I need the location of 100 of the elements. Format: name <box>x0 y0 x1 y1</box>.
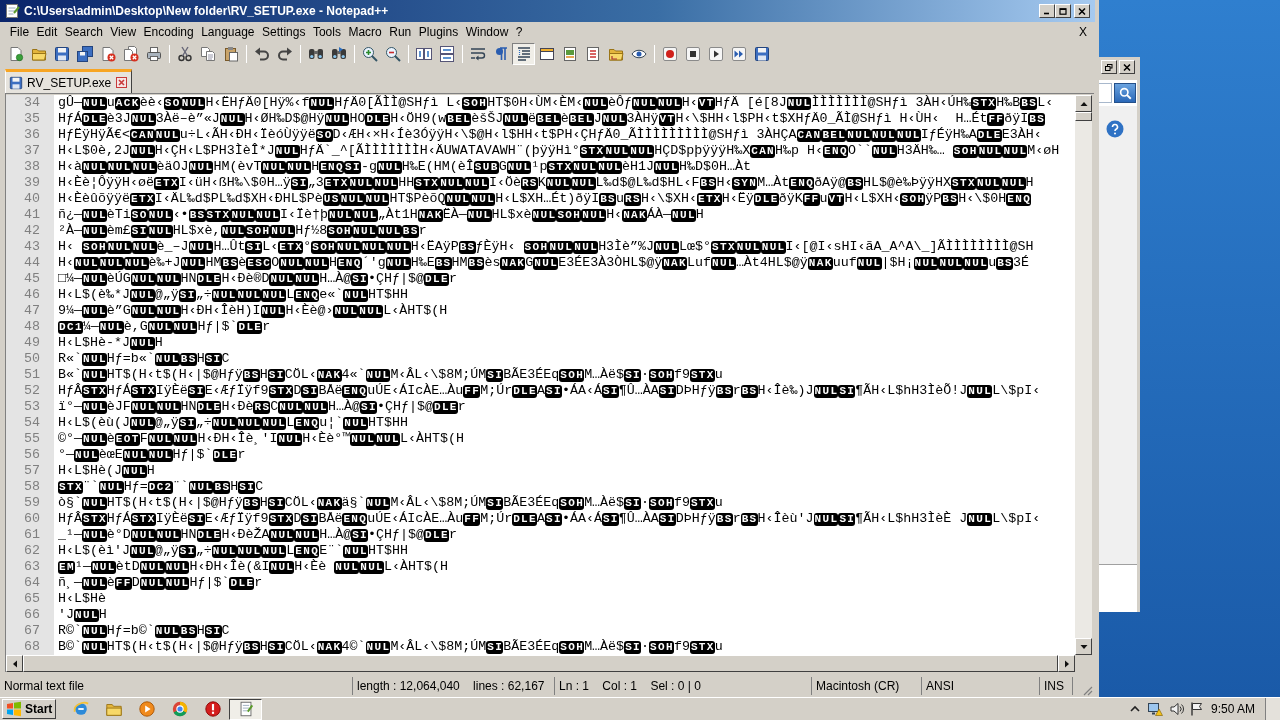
vertical-scrollbar[interactable] <box>1075 95 1092 655</box>
control-character: NUL <box>373 176 399 190</box>
clock-text[interactable]: 9:50 AM <box>1210 700 1255 718</box>
control-character: NUL <box>82 496 107 510</box>
menu-item[interactable]: View <box>106 23 140 41</box>
code-text: H‹ØH‰D$@Hÿ <box>244 111 325 127</box>
control-character: NUL <box>269 528 295 542</box>
flag-icon[interactable] <box>1188 701 1205 717</box>
control-character: DLE <box>424 528 449 542</box>
control-character: NUL <box>632 96 657 110</box>
start-button[interactable]: Start <box>2 699 56 719</box>
scroll-left-button[interactable] <box>6 655 23 672</box>
control-character: NUL <box>871 128 896 142</box>
control-character: DLE <box>512 512 537 526</box>
code-text: r <box>418 223 427 239</box>
help-icon[interactable] <box>1106 120 1124 138</box>
minimize-button[interactable] <box>1039 4 1055 18</box>
menu-item[interactable]: Run <box>385 23 416 41</box>
file-tab[interactable]: RV_SETUP.exe <box>5 69 133 93</box>
scroll-up-button[interactable] <box>1075 95 1092 112</box>
control-character: NUL <box>294 272 320 286</box>
browser-icon[interactable] <box>71 700 90 718</box>
media-play-icon[interactable] <box>137 700 156 718</box>
control-character: CAN <box>750 144 776 158</box>
code-text: è <box>106 431 115 447</box>
control-character: NUL <box>570 176 596 190</box>
control-character: NUL <box>352 208 378 222</box>
code-text: O <box>271 255 280 271</box>
code-text: L <box>286 415 295 431</box>
restore-button[interactable] <box>1101 60 1117 74</box>
control-character: NUL <box>604 144 630 158</box>
code-text: H‹ÖH9(w <box>390 111 447 127</box>
code-text: H‹ <box>606 207 623 223</box>
close-icon <box>1123 63 1131 71</box>
code-text: HƒËÿHÿÃ <box>58 127 114 143</box>
menu-item[interactable]: File <box>6 23 33 41</box>
code-text: H‹Èèûõÿÿë <box>58 191 130 207</box>
code-text: C <box>270 399 279 415</box>
circle-logo-icon[interactable] <box>170 700 189 718</box>
control-character: NUL <box>913 256 939 270</box>
show-desktop-button[interactable] <box>1265 698 1280 720</box>
maximize-button[interactable] <box>1055 4 1071 18</box>
code-text: èH1J <box>622 159 655 175</box>
menu-item[interactable]: ? <box>512 23 527 41</box>
search-field[interactable] <box>1099 83 1112 103</box>
close-button[interactable] <box>1074 4 1090 18</box>
network-icon[interactable] <box>1146 701 1163 717</box>
menu-item[interactable]: Search <box>61 23 107 41</box>
control-character: SOH <box>245 224 271 238</box>
code-text: 'J <box>58 607 74 623</box>
control-character: DLE <box>229 576 255 590</box>
menu-item[interactable]: Window <box>461 23 513 41</box>
control-character: NUL <box>130 336 155 350</box>
alert-circle-icon[interactable] <box>203 700 222 718</box>
scroll-right-button[interactable] <box>1058 655 1075 672</box>
taskbar-app-button[interactable] <box>229 698 262 720</box>
code-text: L\$pI‹ <box>992 383 1041 399</box>
code-text: H‹\$HH‹l$PH‹t$XHƒÄ0_ÃÌ@SHƒì H‹ÙH‹ H…Ét <box>675 111 988 127</box>
control-character: NUL <box>358 304 384 318</box>
code-text: _¹— <box>58 527 82 543</box>
code-text: f9 <box>673 639 690 655</box>
control-character: NUL <box>82 352 107 366</box>
code-text: r <box>732 511 741 527</box>
close-button[interactable] <box>1119 60 1135 74</box>
code-text: Hƒ=b©` <box>106 623 155 639</box>
code-text: uÚE‹ÁIcÀE…Àu <box>367 511 464 527</box>
close-icon[interactable] <box>116 77 128 88</box>
control-character: CAN <box>796 128 822 142</box>
menu-item[interactable]: Tools <box>309 23 345 41</box>
menu-item[interactable]: Macro <box>344 23 386 41</box>
control-character: SI <box>344 160 361 174</box>
control-character: SI <box>130 224 148 238</box>
menu-item[interactable]: Encoding <box>139 23 198 41</box>
code-text: H <box>259 639 268 655</box>
close-document-button[interactable]: X <box>1077 23 1089 41</box>
line-number: 51 <box>24 367 40 383</box>
code-text: -g <box>360 159 377 175</box>
control-character: ENQ <box>342 512 368 526</box>
control-character: NUL <box>147 448 173 462</box>
control-character: NUL <box>581 208 607 222</box>
code-text: BÅë <box>318 383 343 399</box>
control-character: VT <box>697 96 715 110</box>
code-text: „÷ <box>195 415 212 431</box>
menu-item[interactable]: Edit <box>32 23 62 41</box>
code-text: BÃE3ÉEq <box>503 639 560 655</box>
speaker-icon[interactable] <box>1168 701 1185 717</box>
code-text: èTi <box>106 207 131 223</box>
code-text: HL$xè, <box>172 223 221 239</box>
control-character: NUL <box>130 400 156 414</box>
scrollbar-thumb[interactable] <box>1075 112 1092 121</box>
code-text: L‹ÀHT$(H <box>384 559 449 575</box>
code-text: I‹Ïè†þ <box>280 207 329 223</box>
control-character: SI <box>351 272 369 286</box>
line-number: 38 <box>24 159 40 175</box>
menu-item[interactable]: Language <box>197 23 259 41</box>
code-text: C <box>255 479 264 495</box>
search-button[interactable] <box>1114 83 1136 103</box>
menu-item[interactable]: Settings <box>258 23 310 41</box>
scroll-down-button[interactable] <box>1075 638 1092 655</box>
menu-item[interactable]: Plugins <box>415 23 462 41</box>
